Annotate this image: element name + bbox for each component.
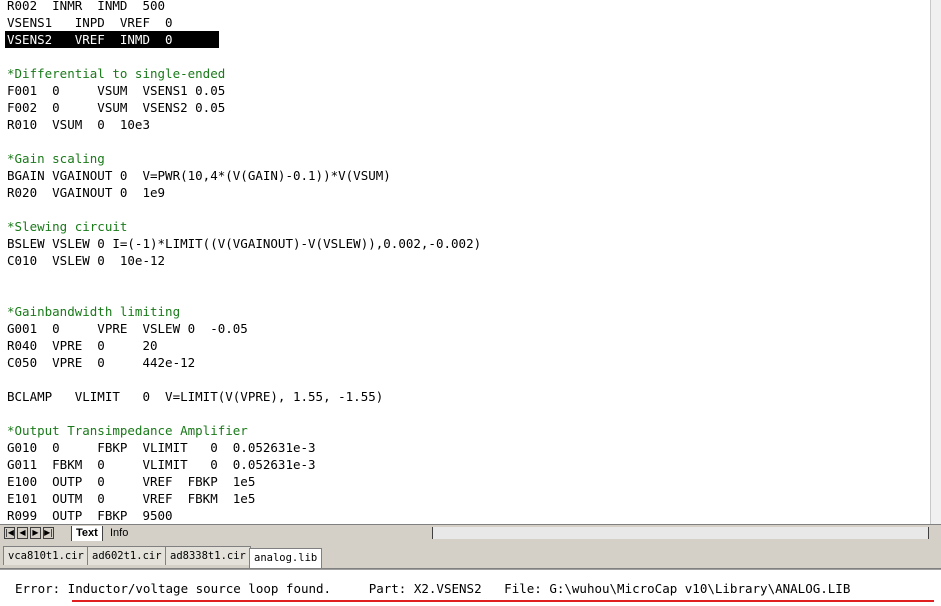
code-line[interactable]: E100 OUTP 0 VREF FBKP 1e5 [7, 473, 255, 490]
prev-page-icon[interactable]: ◀ [17, 527, 28, 539]
editor-bottom-bar: |◀ ◀ ▶ ▶| Text Info [0, 524, 941, 543]
file-tab-ad602t1[interactable]: ad602t1.cir [87, 546, 167, 565]
code-line[interactable]: F002 0 VSUM VSENS2 0.05 [7, 99, 225, 116]
code-line[interactable]: BSLEW VSLEW 0 I=(-1)*LIMIT((V(VGAINOUT)-… [7, 235, 481, 252]
tab-info[interactable]: Info [106, 526, 132, 541]
code-line[interactable]: G011 FBKM 0 VLIMIT 0 0.052631e-3 [7, 456, 316, 473]
code-line[interactable]: F001 0 VSUM VSENS1 0.05 [7, 82, 225, 99]
first-page-icon[interactable]: |◀ [4, 527, 15, 539]
status-message: Error: Inductor/voltage source loop foun… [15, 581, 851, 596]
error-underline [72, 600, 934, 602]
code-line[interactable]: R010 VSUM 0 10e3 [7, 116, 150, 133]
code-line[interactable]: G010 0 FBKP VLIMIT 0 0.052631e-3 [7, 439, 316, 456]
code-editor[interactable]: R002 INMR INMD 500 VSENS1 INPD VREF 0 VSEN… [0, 0, 941, 524]
vertical-scrollbar[interactable] [930, 0, 941, 524]
file-tab-ad8338t1[interactable]: ad8338t1.cir [165, 546, 251, 565]
file-tab-vca810t1[interactable]: vca810t1.cir [3, 546, 89, 565]
code-line[interactable]: E101 OUTM 0 VREF FBKM 1e5 [7, 490, 255, 507]
horizontal-scrollbar[interactable] [432, 527, 929, 539]
comment-line[interactable]: *Output Transimpedance Amplifier [7, 422, 248, 439]
next-page-icon[interactable]: ▶ [30, 527, 41, 539]
status-bar: Error: Inductor/voltage source loop foun… [0, 569, 941, 606]
comment-line[interactable]: *Slewing circuit [7, 218, 127, 235]
comment-line[interactable]: *Differential to single-ended [7, 65, 225, 82]
code-line[interactable]: R040 VPRE 0 20 [7, 337, 158, 354]
comment-line[interactable]: *Gainbandwidth limiting [7, 303, 180, 320]
file-tab-bar: vca810t1.cir ad602t1.cir ad8338t1.cir an… [0, 542, 941, 569]
code-line[interactable]: VSENS1 INPD VREF 0 [7, 14, 173, 31]
comment-line[interactable]: *Gain scaling [7, 150, 105, 167]
code-line[interactable]: R099 OUTP FBKP 9500 [7, 507, 173, 524]
file-tab-analog-lib[interactable]: analog.lib [249, 548, 323, 568]
code-line[interactable]: C050 VPRE 0 442e-12 [7, 354, 195, 371]
code-line[interactable]: R002 INMR INMD 500 [7, 0, 165, 14]
code-line[interactable]: BGAIN VGAINOUT 0 V=PWR(10,4*(V(GAIN)-0.1… [7, 167, 391, 184]
code-line[interactable]: G001 0 VPRE VSLEW 0 -0.05 [7, 320, 248, 337]
code-line[interactable]: VSENS2 VREF INMD 0 [5, 31, 219, 48]
code-line[interactable]: BCLAMP VLIMIT 0 V=LIMIT(V(VPRE), 1.55, -… [7, 388, 383, 405]
code-line[interactable]: C010 VSLEW 0 10e-12 [7, 252, 165, 269]
tab-text[interactable]: Text [71, 526, 103, 541]
code-line[interactable]: R020 VGAINOUT 0 1e9 [7, 184, 165, 201]
last-page-icon[interactable]: ▶| [43, 527, 54, 539]
